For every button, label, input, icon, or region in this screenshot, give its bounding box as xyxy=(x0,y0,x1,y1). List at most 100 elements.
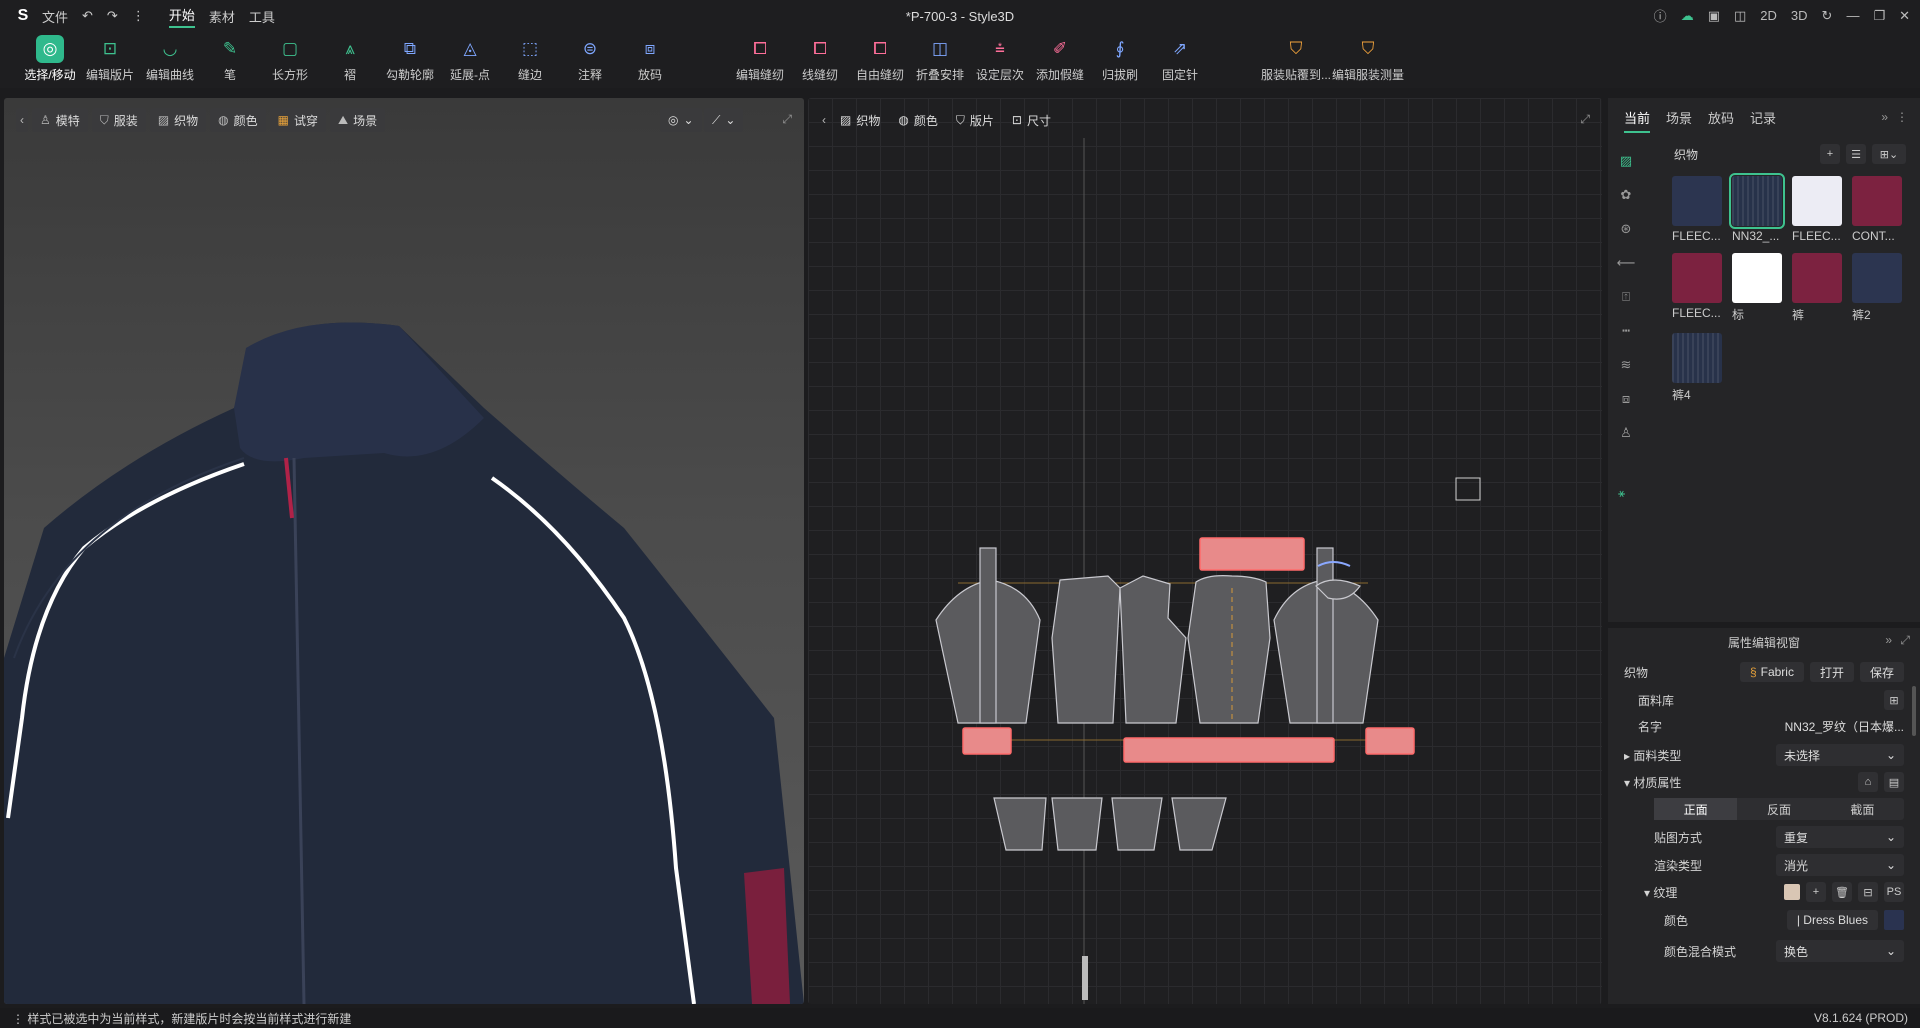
garment-button[interactable]: ⛉ 服装 xyxy=(91,108,146,132)
minimize-icon[interactable]: — xyxy=(1846,8,1859,23)
menu-file[interactable]: 文件 xyxy=(42,7,68,26)
menu-start[interactable]: 开始 xyxy=(168,5,195,28)
user-icon[interactable]: ▣ xyxy=(1708,8,1720,24)
edit-sewing-tool[interactable]: ⧠ 编辑缝纫 xyxy=(730,32,790,88)
map-mode-select[interactable]: 重复 ⌄ xyxy=(1776,826,1904,848)
folder-icon[interactable]: ⌂ xyxy=(1858,772,1878,792)
close-icon[interactable]: ✕ xyxy=(1899,8,1910,24)
2d-pattern-viewport[interactable]: ‹ ▨ 织物 ◍ 颜色 ⛉ 版片 ⊡ 尺寸 ⤢ xyxy=(808,98,1602,1004)
maximize-icon[interactable]: ❐ xyxy=(1873,8,1885,24)
garment-fit-tool[interactable]: ⛉ 服装贴覆到... xyxy=(1260,32,1332,88)
face-back[interactable]: 反面 xyxy=(1737,798,1820,820)
shrink-brush-tool[interactable]: ∮ 归拔刷 xyxy=(1090,32,1150,88)
fabric-item[interactable]: 裤4 xyxy=(1672,333,1732,403)
status-menu-icon[interactable]: ⋮ xyxy=(12,1012,27,1026)
select-move-tool[interactable]: ◎ 选择/移动 xyxy=(20,32,80,88)
detach-icon[interactable]: ⤢ xyxy=(1900,633,1910,648)
color-swatch[interactable] xyxy=(1884,910,1904,930)
trace-tool[interactable]: ⧉ 勾勒轮廓 xyxy=(380,32,440,88)
fitting-button[interactable]: ▦ 试穿 xyxy=(269,108,327,132)
collapse-panel-icon[interactable]: » xyxy=(1881,110,1888,124)
open-button[interactable]: 打开 xyxy=(1809,662,1854,682)
texture-swatch[interactable] xyxy=(1784,884,1800,900)
delete-texture-icon[interactable]: 🗑 xyxy=(1832,882,1852,902)
fabric-button[interactable]: ▨ 织物 xyxy=(149,108,207,132)
line-sewing-tool[interactable]: ⧠ 线缝纫 xyxy=(790,32,850,88)
graph-icon[interactable]: ⚹ xyxy=(1618,486,1625,501)
avatar-button[interactable]: ♙ 模特 xyxy=(32,108,88,132)
pin-tool[interactable]: ⇗ 固定针 xyxy=(1150,32,1210,88)
seam-allowance-tool[interactable]: ⬚ 缝边 xyxy=(500,32,560,88)
edit-texture-icon[interactable]: ⊟ xyxy=(1858,882,1878,902)
save-button[interactable]: 保存 xyxy=(1859,662,1904,682)
fabric-type-select[interactable]: 未选择 ⌄ xyxy=(1776,744,1904,766)
garment-measure-tool[interactable]: ⛉ 编辑服装测量 xyxy=(1332,32,1404,88)
help-icon[interactable]: ⓘ xyxy=(1654,6,1667,25)
menu-tools[interactable]: 工具 xyxy=(249,7,275,26)
display-mode-dropdown[interactable]: ◎ ⌄ xyxy=(660,108,702,132)
collapse-3d-toolbar-button[interactable]: ‹ xyxy=(16,108,28,132)
label-category-icon[interactable]: ⍐ xyxy=(1615,286,1637,308)
fabric-item[interactable]: 裤 xyxy=(1792,253,1852,323)
add-fabric-icon[interactable]: + xyxy=(1820,144,1840,164)
save-icon[interactable]: ▤ xyxy=(1884,772,1904,792)
pen-tool[interactable]: ✎ 笔 xyxy=(200,32,260,88)
avatar-category-icon[interactable]: ♙ xyxy=(1615,422,1637,444)
edit-pattern-tool[interactable]: ⊡ 编辑版片 xyxy=(80,32,140,88)
list-view-icon[interactable]: ☰ xyxy=(1846,144,1866,164)
collapse-icon[interactable]: ▾ xyxy=(1624,776,1633,790)
face-front[interactable]: 正面 xyxy=(1654,798,1738,820)
set-layer-tool[interactable]: ⩮ 设定层次 xyxy=(970,32,1030,88)
more-icon[interactable]: ⋮ xyxy=(132,8,145,24)
scene-button[interactable]: ⛰ 场景 xyxy=(330,108,386,132)
fold-arrange-tool[interactable]: ◫ 折叠安排 xyxy=(910,32,970,88)
tab-history[interactable]: 记录 xyxy=(1750,108,1776,133)
add-tack-tool[interactable]: ✐ 添加假缝 xyxy=(1030,32,1090,88)
expand-icon[interactable]: ▸ xyxy=(1624,749,1633,763)
annotation-tool[interactable]: ⊜ 注释 xyxy=(560,32,620,88)
fabric-item[interactable]: 标 xyxy=(1732,253,1792,323)
expand-3d-icon[interactable]: ⤢ xyxy=(782,112,792,127)
rectangle-tool[interactable]: ▢ 长方形 xyxy=(260,32,320,88)
tab-grading[interactable]: 放码 xyxy=(1708,108,1734,133)
fabric-type-tag[interactable]: § Fabric xyxy=(1739,662,1804,682)
tab-current[interactable]: 当前 xyxy=(1624,108,1651,133)
button-category-icon[interactable]: ⊛ xyxy=(1615,218,1637,240)
fabric-item[interactable]: FLEEC... xyxy=(1792,176,1852,243)
collapse-panel-icon[interactable]: » xyxy=(1885,633,1892,647)
pleat-tool[interactable]: ⩓ 褶 xyxy=(320,32,380,88)
library-grid-icon[interactable]: ⊞ xyxy=(1884,690,1904,710)
stitch-category-icon[interactable]: ≋ xyxy=(1615,354,1637,376)
tab-scene[interactable]: 场景 xyxy=(1666,108,1692,133)
extend-point-tool[interactable]: ◬ 延展-点 xyxy=(440,32,500,88)
color-name[interactable]: | Dress Blues xyxy=(1786,910,1878,930)
photoshop-icon[interactable]: PS xyxy=(1884,882,1904,902)
measure-dropdown[interactable]: ⟋ ⌄ xyxy=(704,108,744,132)
tape-category-icon[interactable]: ⧈ xyxy=(1615,388,1637,410)
add-texture-icon[interactable]: + xyxy=(1806,882,1826,902)
name-value[interactable]: NN32_罗纹（日本爆... xyxy=(1785,718,1904,735)
fabric-item[interactable]: CONT... xyxy=(1852,176,1912,243)
more-icon[interactable]: ⋮ xyxy=(1896,110,1908,124)
collapse-icon[interactable]: ▾ xyxy=(1644,886,1653,900)
fabric-item[interactable]: FLEEC... xyxy=(1672,253,1732,323)
fabric-item[interactable]: FLEEC... xyxy=(1672,176,1732,243)
color-button[interactable]: ◍ 颜色 xyxy=(210,108,266,132)
topstitch-category-icon[interactable]: ┅ xyxy=(1615,320,1637,342)
render-type-select[interactable]: 消光 ⌄ xyxy=(1776,854,1904,876)
cloud-upload-icon[interactable]: ☁ xyxy=(1681,8,1694,24)
scrollbar[interactable] xyxy=(1912,686,1916,736)
edit-curve-tool[interactable]: ◡ 编辑曲线 xyxy=(140,32,200,88)
layout-icon[interactable]: ◫ xyxy=(1734,8,1746,24)
fabric-item[interactable]: NN32_... xyxy=(1729,173,1792,243)
undo-icon[interactable]: ↶ xyxy=(82,8,93,24)
view-2d-button[interactable]: 2D xyxy=(1760,8,1777,23)
redo-icon[interactable]: ↷ xyxy=(107,8,118,24)
fabric-item[interactable]: 裤2 xyxy=(1852,253,1912,323)
grid-view-icon[interactable]: ⊞⌄ xyxy=(1872,144,1906,164)
view-3d-button[interactable]: 3D xyxy=(1791,8,1808,23)
3d-viewport[interactable]: ‹ ♙ 模特 ⛉ 服装 ▨ 织物 ◍ 颜色 ▦ 试穿 ⛰ 场景 ◎ ⌄ ⟋ ⌄ ⤢ xyxy=(4,98,804,1004)
free-sewing-tool[interactable]: ⧠ 自由缝纫 xyxy=(850,32,910,88)
refresh-icon[interactable]: ↻ xyxy=(1822,8,1833,24)
fabric-category-icon[interactable]: ▨ xyxy=(1615,150,1637,172)
